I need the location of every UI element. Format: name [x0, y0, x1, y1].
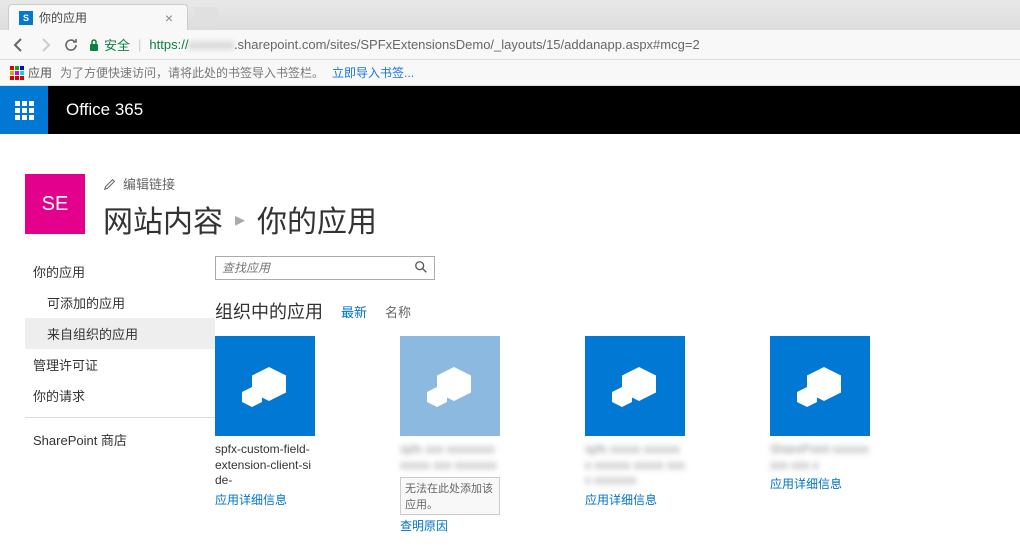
edit-links-label: 编辑链接 [123, 174, 175, 193]
o365-title: Office 365 [48, 100, 143, 120]
sidebar-item[interactable]: 管理许可证 [25, 349, 215, 380]
app-grid: spfx-custom-field-extension-client-side-… [215, 336, 995, 534]
back-button[interactable] [10, 36, 28, 54]
breadcrumb: 网站内容 ▸ 你的应用 [103, 197, 995, 241]
app-name: spfx xxx xxxxxxxx xxxxx xxx xxxxxxx [400, 442, 500, 473]
address-bar: 安全 | https://xxxxxxx.sharepoint.com/site… [0, 30, 1020, 60]
search-icon [414, 260, 428, 274]
sidebar: 你的应用可添加的应用来自组织的应用管理许可证你的请求 SharePoint 商店 [25, 256, 215, 534]
app-name: SharePoint xxxxxxxxx xxx x [770, 442, 870, 473]
search-box[interactable] [215, 256, 435, 280]
browser-tab-strip: S 你的应用 × [0, 0, 1020, 30]
secure-badge[interactable]: 安全 [88, 35, 130, 54]
app-icon-button [400, 336, 500, 436]
sharepoint-app-icon [610, 361, 660, 411]
app-icon-button[interactable] [770, 336, 870, 436]
app-disabled-message: 无法在此处添加该应用。 [400, 477, 500, 515]
o365-header: Office 365 [0, 86, 1020, 134]
sharepoint-app-icon [795, 361, 845, 411]
app-reason-link[interactable]: 查明原因 [400, 517, 500, 534]
app-launcher-button[interactable] [0, 86, 48, 134]
url-bar[interactable]: https://xxxxxxx.sharepoint.com/sites/SPF… [149, 37, 1010, 52]
apps-grid-icon [10, 66, 24, 80]
reload-icon [63, 37, 79, 53]
app-detail-link[interactable]: 应用详细信息 [215, 491, 315, 508]
bookmark-hint: 为了方便快速访问，请将此处的书签导入书签栏。 [60, 64, 324, 81]
url-protocol: https:// [149, 37, 188, 52]
apps-button-label: 应用 [28, 64, 52, 81]
sidebar-item[interactable]: 可添加的应用 [25, 287, 215, 318]
forward-button[interactable] [36, 36, 54, 54]
app-tile: spfx xxx xxxxxxxx xxxxx xxx xxxxxxx 无法在此处… [400, 336, 500, 534]
section-title: 组织中的应用 [215, 298, 323, 324]
url-path: .sharepoint.com/sites/SPFxExtensionsDemo… [234, 37, 700, 52]
site-logo[interactable]: SE [25, 174, 85, 234]
chevron-right-icon: ▸ [235, 207, 245, 232]
app-detail-link[interactable]: 应用详细信息 [585, 491, 685, 508]
main-content: 你的应用可添加的应用来自组织的应用管理许可证你的请求 SharePoint 商店… [0, 256, 1020, 534]
arrow-right-icon [37, 37, 53, 53]
breadcrumb-root[interactable]: 网站内容 [103, 197, 223, 241]
sort-newest-link[interactable]: 最新 [341, 302, 367, 321]
search-button[interactable] [414, 260, 428, 277]
new-tab-button[interactable] [194, 7, 218, 27]
sidebar-item[interactable]: 来自组织的应用 [25, 318, 215, 349]
arrow-left-icon [11, 37, 27, 53]
app-tile: SharePoint xxxxxxxxx xxx x 应用详细信息 [770, 336, 870, 534]
tab-title: 你的应用 [39, 9, 161, 26]
app-tile: spfx-custom-field-extension-client-side-… [215, 336, 315, 534]
search-input[interactable] [222, 261, 414, 275]
secure-label: 安全 [104, 35, 130, 54]
sharepoint-app-icon [240, 361, 290, 411]
app-detail-link[interactable]: 应用详细信息 [770, 475, 870, 492]
reload-button[interactable] [62, 36, 80, 54]
sidebar-item[interactable]: 你的请求 [25, 380, 215, 411]
import-bookmarks-link[interactable]: 立即导入书签... [332, 64, 414, 81]
close-icon[interactable]: × [161, 10, 177, 26]
app-icon-button[interactable] [215, 336, 315, 436]
sidebar-item[interactable]: 你的应用 [25, 256, 215, 287]
url-domain: xxxxxxx [188, 37, 234, 52]
content-area: 组织中的应用 最新 名称 spfx-custom-field-extension… [215, 256, 995, 534]
app-name: spfx xxxxx xxxxxxx xxxxxx xxxxx xxxx xxx… [585, 442, 685, 489]
page-header: SE 编辑链接 网站内容 ▸ 你的应用 [0, 134, 1020, 256]
sort-name-link[interactable]: 名称 [385, 302, 411, 321]
app-tile: spfx xxxxx xxxxxxx xxxxxx xxxxx xxxx xxx… [585, 336, 685, 534]
sidebar-divider [25, 417, 215, 418]
app-name: spfx-custom-field-extension-client-side- [215, 442, 315, 489]
section-header: 组织中的应用 最新 名称 [215, 298, 995, 324]
lock-icon [88, 38, 100, 52]
edit-links-button[interactable]: 编辑链接 [103, 174, 995, 193]
sharepoint-app-icon [425, 361, 475, 411]
apps-button[interactable]: 应用 [10, 64, 52, 81]
sharepoint-favicon-icon: S [19, 11, 33, 25]
breadcrumb-current: 你的应用 [257, 197, 377, 241]
app-icon-button[interactable] [585, 336, 685, 436]
sidebar-item-sharepoint-store[interactable]: SharePoint 商店 [25, 424, 215, 455]
waffle-icon [15, 101, 34, 120]
pencil-icon [103, 177, 117, 191]
browser-tab[interactable]: S 你的应用 × [8, 4, 188, 30]
bookmark-bar: 应用 为了方便快速访问，请将此处的书签导入书签栏。 立即导入书签... [0, 60, 1020, 86]
